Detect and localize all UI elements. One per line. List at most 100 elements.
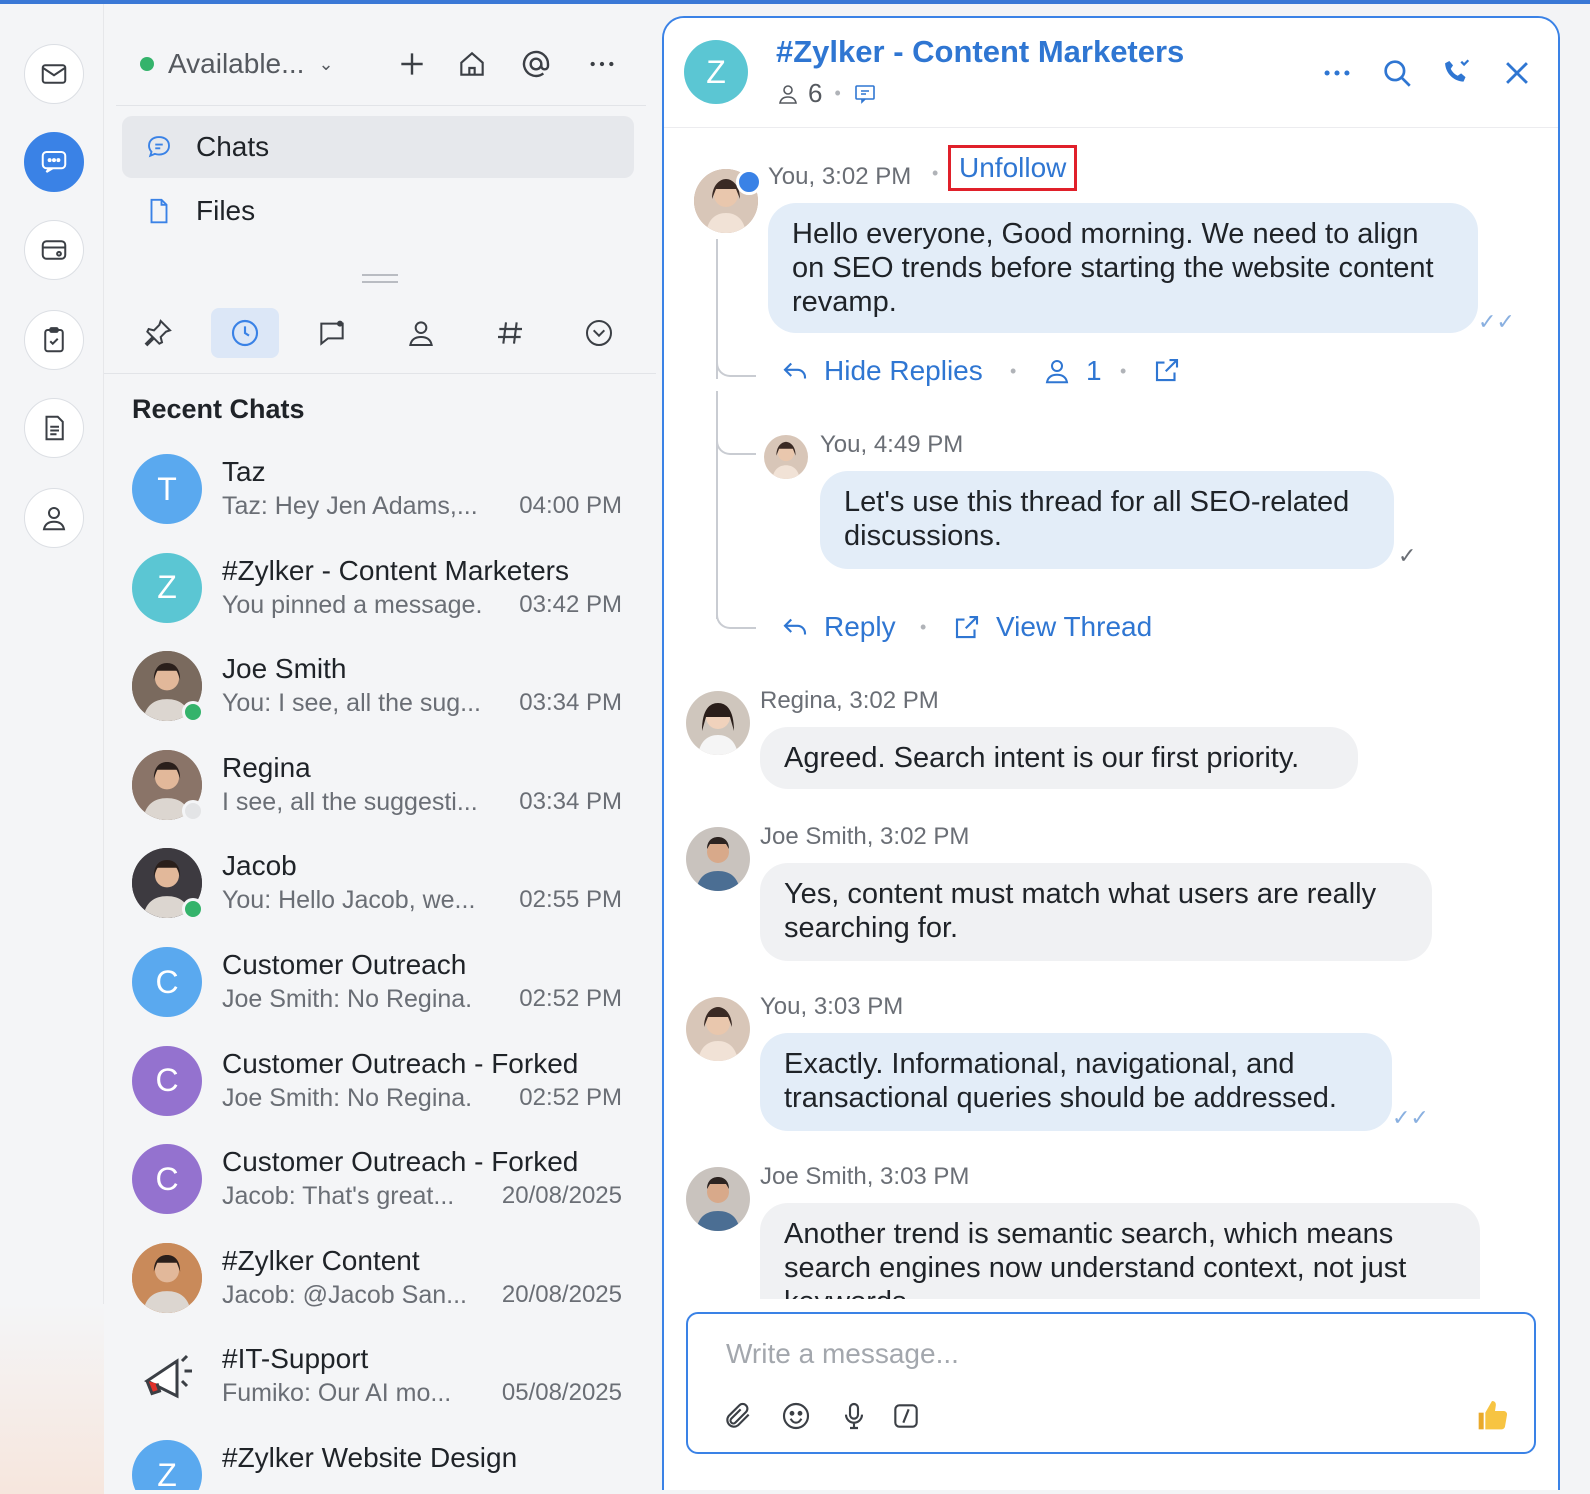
plus-icon [401,53,423,75]
message-meta: Joe Smith, 3:02 PM [760,823,970,850]
home-button[interactable] [452,44,492,84]
avatar[interactable] [686,997,750,1061]
avatar[interactable] [764,435,808,479]
nav-chats-label: Chats [196,131,270,162]
call-button[interactable] [1436,52,1478,94]
slash-commands-button[interactable] [886,1396,926,1436]
status-dot [140,57,154,71]
clipboard-check-icon [44,327,64,353]
thread-participants[interactable]: 1 [1042,355,1102,387]
presence-indicator [182,701,204,724]
smiley-icon [782,1402,810,1430]
megaphone-icon [144,1355,192,1399]
filter-contacts[interactable] [387,308,455,358]
attach-button[interactable] [718,1396,758,1436]
more-horizontal-icon [590,61,614,67]
chat-name: #Zylker Website Design [222,1442,518,1473]
nav-files[interactable]: Files [122,180,634,242]
message-input[interactable] [726,1332,1486,1376]
channel-info-icon[interactable] [853,82,877,106]
avatar[interactable] [686,691,750,755]
chat-list-item[interactable]: #IT-Support Fumiko: Our AI mo... 05/08/202… [132,1339,628,1429]
chat-list-item[interactable]: Z #Zylker - Content Marketers You pinned a… [132,551,628,641]
chat-name: Regina [222,751,311,783]
message-bubble[interactable]: Agreed. Search intent is our first prior… [760,727,1358,789]
member-count[interactable]: 6 [808,78,822,109]
writer-app-button[interactable] [24,398,84,458]
chat-timestamp: 03:42 PM [519,590,622,618]
avatar-initial: T [157,470,177,507]
resize-handle[interactable] [362,274,398,283]
read-receipt-icon: ✓✓ [1478,309,1515,334]
view-thread-link[interactable]: View Thread [952,611,1152,643]
thread-connector [716,359,756,377]
separator-dot: • [1120,361,1127,381]
status-selector[interactable]: Available... ⌄ [140,48,334,80]
hide-replies-link[interactable]: Hide Replies [780,355,983,387]
chat-list-item[interactable]: Regina I see, all the suggesti... 03:34 PM [132,748,628,838]
chat-search-button[interactable] [1376,52,1418,94]
thumbs-up-icon [1478,1401,1508,1430]
chat-preview: Joe Smith: No Regina. [222,1083,473,1112]
thread-root-message[interactable]: Hello everyone, Good morning. We need to… [768,203,1478,333]
chat-list-item[interactable]: C Customer Outreach - Forked Joe Smith: No… [132,1044,628,1134]
message-bubble[interactable]: Exactly. Informational, navigational, an… [760,1033,1392,1131]
chat-timestamp: 03:34 PM [519,689,622,717]
close-chat-button[interactable] [1496,52,1538,94]
chat-list-item[interactable]: Joe Smith You: I see, all the sug... 03:34… [132,649,628,739]
cliq-chat-app-button[interactable] [24,132,84,192]
chat-name: #Zylker - Content Marketers [222,554,569,586]
avatar-initial: Z [157,569,177,606]
pin-icon [144,319,172,347]
channel-title[interactable]: #Zylker - Content Marketers [776,34,1184,70]
emoji-button[interactable] [776,1396,816,1436]
chat-list-item[interactable]: C Customer Outreach Joe Smith: No Regina. 0… [132,945,628,1035]
chat-list-item[interactable]: Jacob You: Hello Jacob, we... 02:55 PM [132,846,628,936]
recent-chats-heading: Recent Chats [132,394,305,424]
new-chat-button[interactable] [392,44,432,84]
chat-name: Joe Smith [222,653,347,685]
avatar[interactable] [686,827,750,891]
chat-list-item[interactable]: #Zylker Content Jacob: @Jacob San... 20/08… [132,1241,628,1331]
unfollow-thread-link[interactable]: Unfollow [948,145,1078,191]
tasks-app-button[interactable] [24,310,84,370]
avatar[interactable] [686,1167,750,1231]
contacts-app-button[interactable] [24,488,84,548]
person-icon [409,321,433,346]
members-icon [779,84,797,104]
message-bubble[interactable]: Yes, content must match what users are r… [760,863,1432,961]
mentions-button[interactable] [516,44,556,84]
thread-connector [716,599,756,629]
reply-arrow-icon [783,362,807,379]
chat-name: Customer Outreach [222,949,467,980]
more-options-button[interactable] [582,44,622,84]
chat-timestamp: 02:52 PM [519,985,622,1012]
thumbs-up-button[interactable] [1468,1392,1516,1440]
thread-reply-message[interactable]: Let's use this thread for all SEO-relate… [820,471,1394,569]
workdrive-app-button[interactable] [24,220,84,280]
chat-timestamp: 02:52 PM [519,1083,622,1111]
channel-avatar[interactable]: Z [684,40,748,104]
voice-note-button[interactable] [834,1396,874,1436]
hide-replies-label: Hide Replies [824,355,983,386]
avatar: C [132,1045,202,1116]
filter-more[interactable] [565,308,633,358]
filter-pinned[interactable] [124,308,192,358]
nav-chats[interactable]: Chats [122,116,634,178]
reply-link[interactable]: Reply [780,611,896,643]
open-thread-button[interactable] [1152,355,1196,385]
drive-icon [41,240,67,260]
filter-recent[interactable] [211,308,279,358]
presence-indicator [182,898,204,921]
view-thread-label: View Thread [996,611,1153,642]
message-bubble[interactable]: Another trend is semantic search, which … [760,1203,1480,1299]
filter-channels[interactable] [476,308,544,358]
chat-list-item[interactable]: Z #Zylker Website Design [132,1438,628,1490]
chat-more-button[interactable] [1316,52,1358,94]
chat-list-item[interactable]: T Taz Taz: Hey Jen Adams,... 04:00 PM [132,452,628,542]
chat-list-item[interactable]: C Customer Outreach - Forked Jacob: That's… [132,1142,628,1232]
reply-arrow-icon [783,618,807,635]
mail-app-button[interactable] [24,44,84,104]
separator-dot: • [920,617,927,637]
filter-threads[interactable] [298,308,366,358]
